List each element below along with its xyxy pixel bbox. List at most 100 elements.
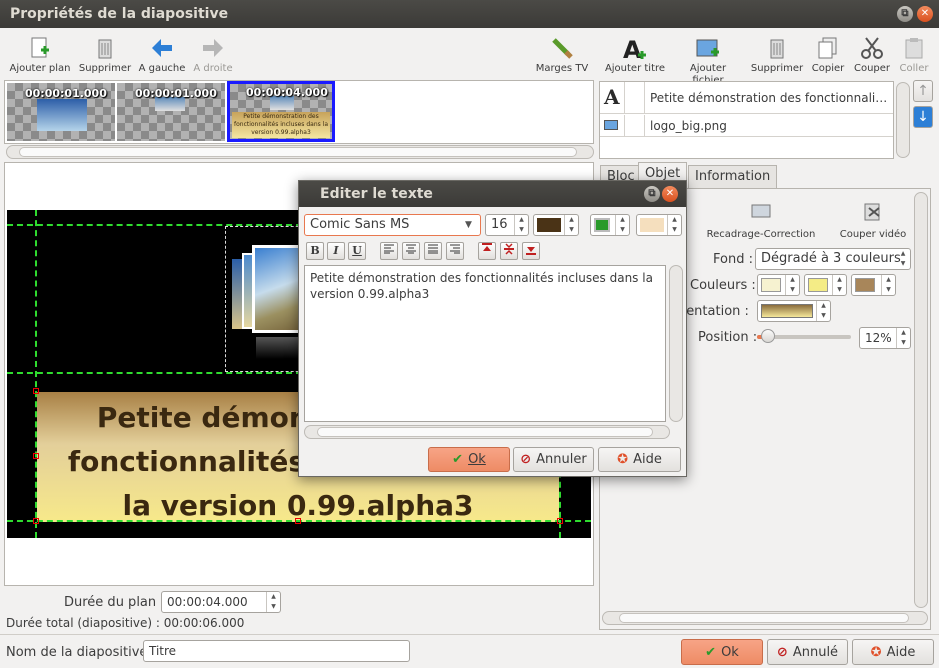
- color-picker-3[interactable]: ▲ ▼: [851, 274, 896, 296]
- text-content-area[interactable]: Petite démonstration des fonctionnalités…: [304, 265, 666, 422]
- object-row-title[interactable]: A Petite démonstration des fonctionnalit…: [600, 82, 893, 114]
- cancel-button[interactable]: ⊘ Annulé: [767, 639, 848, 665]
- paste-button[interactable]: Coller: [896, 36, 932, 75]
- move-up-button[interactable]: ↑: [913, 80, 933, 102]
- close-icon[interactable]: ✕: [917, 6, 933, 22]
- fond-select[interactable]: Dégradé à 3 couleurs ▲ ▼: [755, 248, 911, 270]
- align-right-icon[interactable]: [446, 242, 464, 260]
- object-list: A Petite démonstration des fonctionnalit…: [599, 81, 894, 159]
- thumbnail-2[interactable]: 00:00:01.000: [117, 83, 225, 141]
- color-swatch-3: [855, 278, 875, 292]
- position-spinbox[interactable]: 12% ▲ ▼: [859, 327, 911, 349]
- align-justify-icon[interactable]: [424, 242, 442, 260]
- restore-icon[interactable]: ⧉: [897, 6, 913, 22]
- orientation-picker[interactable]: ▲ ▼: [757, 300, 831, 322]
- position-slider[interactable]: [757, 329, 851, 343]
- thumbnail-3-text: Petite démonstration des fonctionnalités…: [232, 112, 330, 138]
- text-scrollbar-v[interactable]: [669, 265, 683, 422]
- text-scrollbar-h[interactable]: [304, 425, 670, 439]
- color-picker-3-spinner[interactable]: ▲ ▼: [881, 275, 895, 295]
- duration-value: 00:00:04.000: [167, 595, 248, 609]
- tv-margins-button[interactable]: Marges TV: [533, 36, 591, 75]
- position-spinner[interactable]: ▲ ▼: [896, 328, 910, 348]
- properties-scrollbar-v[interactable]: [914, 192, 928, 608]
- properties-scrollbar-h-thumb[interactable]: [619, 613, 909, 623]
- chevron-down-icon[interactable]: ▼: [465, 220, 472, 230]
- slide-name-input[interactable]: Titre: [143, 640, 410, 662]
- italic-button[interactable]: I: [327, 242, 345, 260]
- cancel-icon: ⊘: [520, 452, 532, 467]
- lifebuoy-icon: ✪: [617, 452, 629, 467]
- ok-label: Ok: [721, 644, 739, 660]
- bg-color-spinner[interactable]: ▲ ▼: [667, 215, 681, 235]
- add-title-button[interactable]: A Ajouter titre: [603, 36, 667, 75]
- dialog-titlebar: Editer le texte: [299, 181, 686, 207]
- properties-scrollbar-h[interactable]: [602, 611, 928, 625]
- add-plan-label: Ajouter plan: [9, 63, 71, 74]
- image-object-icon: [604, 120, 618, 130]
- valign-top-icon[interactable]: [478, 242, 496, 260]
- dialog-close-icon[interactable]: ✕: [662, 186, 678, 202]
- thumbnail-1[interactable]: 00:00:01.000: [7, 83, 115, 141]
- arrow-left-icon: [152, 39, 172, 57]
- dialog-ok-button[interactable]: ✔ Ok: [428, 447, 510, 472]
- move-right-button[interactable]: A droite: [190, 36, 236, 75]
- tab-information[interactable]: Information: [688, 165, 778, 189]
- valign-middle-icon[interactable]: [500, 242, 518, 260]
- cut-button[interactable]: Couper: [852, 36, 892, 75]
- add-plan-button[interactable]: Ajouter plan: [8, 36, 72, 75]
- copy-button[interactable]: Copier: [808, 36, 848, 75]
- font-family-input[interactable]: Comic Sans MS: [304, 214, 481, 236]
- move-down-button[interactable]: ↓: [913, 106, 933, 128]
- thumbnail-1-image: [37, 99, 87, 131]
- delete-block-button[interactable]: Supprimer: [750, 36, 804, 75]
- thumbnail-scrollbar[interactable]: [6, 145, 594, 159]
- move-left-button[interactable]: A gauche: [136, 36, 188, 75]
- total-duration: Durée total (diapositive) : 00:00:06.000: [6, 616, 245, 630]
- dialog-restore-icon[interactable]: ⧉: [644, 186, 660, 202]
- cut-video-button[interactable]: Couper vidéo: [838, 202, 908, 241]
- resize-handle[interactable]: [33, 453, 39, 459]
- duration-field[interactable]: 00:00:04.000 ▲ ▼: [161, 591, 281, 613]
- align-left-icon[interactable]: [380, 242, 398, 260]
- align-center-icon[interactable]: [402, 242, 420, 260]
- paste-icon: [905, 38, 923, 59]
- duration-spinner[interactable]: ▲ ▼: [266, 592, 280, 612]
- resize-handle[interactable]: [33, 518, 39, 524]
- column-divider: [624, 82, 625, 114]
- bg-mode-icon: [594, 218, 610, 232]
- ok-button[interactable]: ✔ Ok: [681, 639, 763, 665]
- thumbnail-scrollbar-thumb[interactable]: [19, 147, 577, 157]
- bg-color-picker[interactable]: ▲ ▼: [636, 214, 682, 236]
- dialog-cancel-button[interactable]: ⊘ Annuler: [513, 447, 594, 472]
- text-color-picker[interactable]: ▲ ▼: [533, 214, 579, 236]
- color-picker-2-spinner[interactable]: ▲ ▼: [832, 275, 846, 295]
- color-picker-1-spinner[interactable]: ▲ ▼: [785, 275, 799, 295]
- thumbnail-2-time: 00:00:01.000: [135, 87, 217, 100]
- add-file-button[interactable]: Ajouter fichier: [673, 36, 743, 87]
- font-size-spinbox[interactable]: 16 ▲ ▼: [485, 214, 529, 236]
- text-color-spinner[interactable]: ▲ ▼: [564, 215, 578, 235]
- object-row-image[interactable]: logo_big.png: [600, 115, 893, 137]
- add-file-icon: [696, 39, 719, 57]
- help-button[interactable]: ✪ Aide: [852, 639, 934, 665]
- object-list-scrollbar[interactable]: [896, 82, 910, 158]
- add-title-icon: A: [623, 36, 646, 60]
- font-size-spinner[interactable]: ▲ ▼: [514, 215, 528, 235]
- dialog-help-button[interactable]: ✪ Aide: [598, 447, 681, 472]
- crop-button[interactable]: Recadrage-Correction: [706, 202, 816, 241]
- color-picker-2[interactable]: ▲ ▼: [804, 274, 847, 296]
- valign-bottom-icon[interactable]: [522, 242, 540, 260]
- resize-handle[interactable]: [295, 518, 301, 524]
- orientation-spinner[interactable]: ▲ ▼: [816, 301, 830, 321]
- resize-handle[interactable]: [557, 518, 563, 524]
- delete-plan-button[interactable]: Supprimer: [78, 36, 132, 75]
- underline-button[interactable]: U: [348, 242, 366, 260]
- resize-handle[interactable]: [33, 388, 39, 394]
- bg-mode-spinner[interactable]: ▲ ▼: [615, 215, 629, 235]
- color-picker-1[interactable]: ▲ ▼: [757, 274, 800, 296]
- bg-mode-picker[interactable]: ▲ ▼: [590, 214, 630, 236]
- bold-button[interactable]: B: [306, 242, 324, 260]
- text-scrollbar-h-thumb[interactable]: [317, 427, 653, 437]
- thumbnail-3-selected[interactable]: Petite démonstration des fonctionnalités…: [227, 81, 335, 142]
